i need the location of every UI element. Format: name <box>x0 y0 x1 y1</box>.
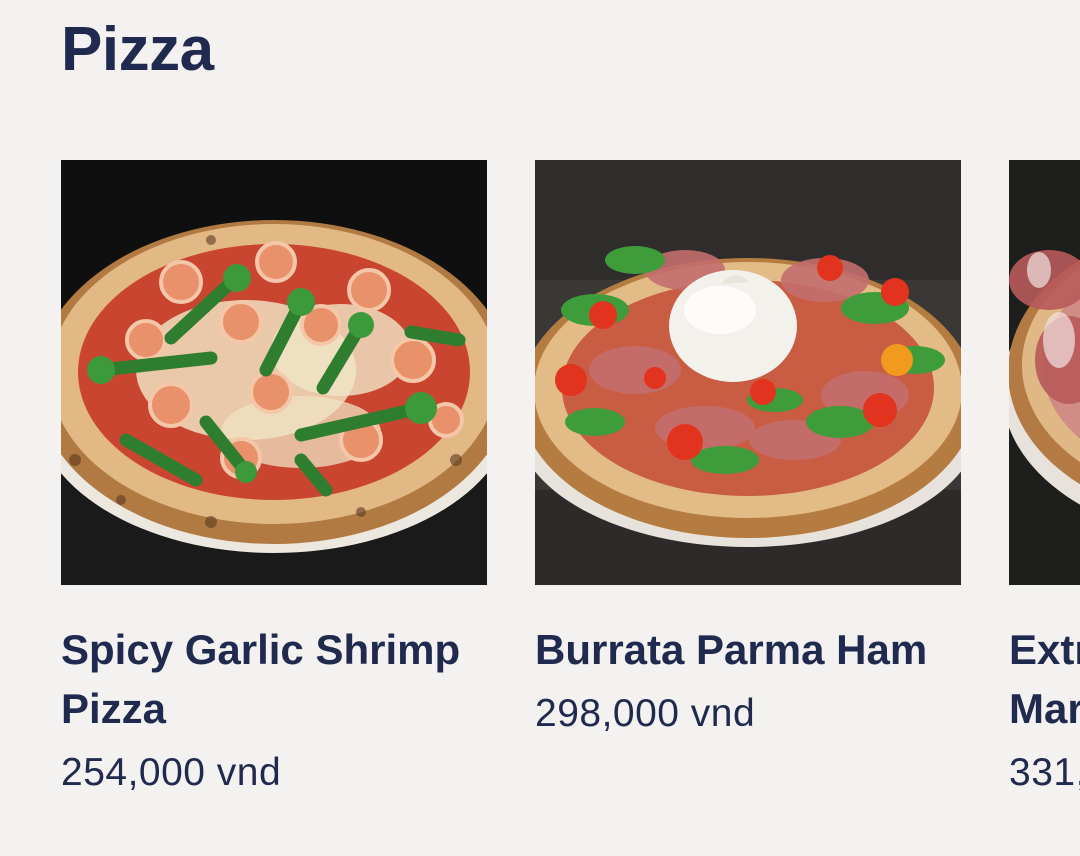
section-title: Pizza <box>61 15 214 84</box>
product-card-partial[interactable]: ExtrMar 331, <box>1009 160 1080 797</box>
shrimp-pizza-photo[interactable] <box>61 160 487 585</box>
product-price: 331, <box>1009 751 1080 794</box>
ham-pizza-photo[interactable] <box>1009 160 1080 585</box>
product-card-spicy-garlic-shrimp[interactable]: Spicy Garlic Shrimp Pizza 254,000 vnd <box>61 160 487 797</box>
product-name[interactable]: Burrata Parma Ham <box>535 620 961 679</box>
product-card-burrata-parma-ham[interactable]: Burrata Parma Ham 298,000 vnd <box>535 160 961 738</box>
product-carousel[interactable]: Spicy Garlic Shrimp Pizza 254,000 vnd Bu… <box>0 160 1080 856</box>
product-price: 298,000 vnd <box>535 692 756 735</box>
product-name[interactable]: Spicy Garlic Shrimp Pizza <box>61 620 487 738</box>
product-price: 254,000 vnd <box>61 751 282 794</box>
product-name[interactable]: ExtrMar <box>1009 620 1080 738</box>
product-name-line-1: ExtrMar <box>1009 626 1080 732</box>
burrata-pizza-photo[interactable] <box>535 160 961 585</box>
